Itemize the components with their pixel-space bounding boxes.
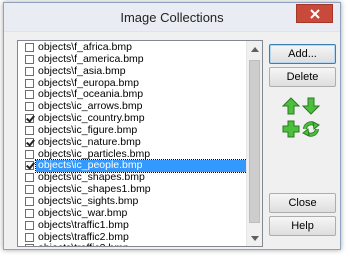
- item-checkbox[interactable]: [25, 137, 34, 147]
- item-label: objects\traffic1.bmp: [38, 218, 129, 231]
- dialog-title: Image Collections: [120, 10, 224, 25]
- item-checkbox[interactable]: [25, 66, 34, 76]
- item-checkbox[interactable]: [25, 78, 34, 88]
- list-item[interactable]: objects\traffic1.bmp: [19, 218, 247, 232]
- vertical-scrollbar[interactable]: [246, 41, 262, 246]
- title-bar[interactable]: Image Collections: [4, 3, 340, 32]
- item-label: objects\f_asia.bmp: [38, 64, 126, 77]
- item-label: objects\traffic3.bmp: [38, 242, 129, 246]
- list-item[interactable]: objects\ic_figure.bmp: [19, 123, 247, 137]
- item-checkbox[interactable]: [25, 102, 34, 112]
- scroll-thumb[interactable]: [249, 60, 260, 223]
- item-checkbox[interactable]: [25, 220, 34, 230]
- item-checkbox[interactable]: [25, 125, 34, 135]
- refresh-button[interactable]: [302, 120, 320, 138]
- add-button[interactable]: Add...: [269, 44, 336, 64]
- item-checkbox[interactable]: [25, 149, 34, 159]
- item-label: objects\ic_figure.bmp: [38, 123, 138, 136]
- close-icon: [310, 9, 320, 19]
- delete-button[interactable]: Delete: [269, 67, 336, 87]
- close-button[interactable]: Close: [269, 193, 336, 213]
- item-checkbox[interactable]: [25, 161, 34, 171]
- help-button[interactable]: Help: [269, 216, 336, 236]
- green-arrow-down-icon: [301, 97, 321, 115]
- list-item[interactable]: objects\f_asia.bmp: [19, 64, 247, 78]
- item-label: objects\ic_nature.bmp: [38, 135, 141, 148]
- collections-list[interactable]: objects\f_africa.bmp objects\f_america.bm…: [17, 40, 263, 247]
- add-item-button[interactable]: [282, 120, 300, 138]
- list-item[interactable]: objects\ic_war.bmp: [19, 206, 247, 220]
- item-checkbox[interactable]: [25, 90, 34, 100]
- item-checkbox[interactable]: [25, 196, 34, 206]
- scroll-up-button[interactable]: [247, 41, 262, 57]
- green-plus-icon: [282, 120, 300, 138]
- chevron-up-icon: [251, 46, 259, 52]
- item-checkbox[interactable]: [25, 114, 34, 124]
- move-up-button[interactable]: [281, 97, 301, 115]
- list-item[interactable]: objects\f_america.bmp: [19, 52, 247, 66]
- list-item[interactable]: objects\ic_nature.bmp: [19, 135, 247, 149]
- item-checkbox[interactable]: [25, 173, 34, 183]
- item-checkbox[interactable]: [25, 54, 34, 64]
- item-checkbox[interactable]: [25, 244, 34, 246]
- item-checkbox[interactable]: [25, 185, 34, 195]
- image-collections-dialog: Image Collections objects\f_africa.bmp ob…: [3, 2, 341, 250]
- collections-rows: objects\f_africa.bmp objects\f_america.bm…: [19, 41, 248, 246]
- item-checkbox[interactable]: [25, 43, 34, 52]
- close-window-button[interactable]: [296, 4, 333, 23]
- green-arrow-up-icon: [281, 97, 301, 115]
- item-checkbox[interactable]: [25, 232, 34, 242]
- move-down-button[interactable]: [301, 97, 321, 115]
- green-refresh-icon: [302, 121, 320, 137]
- item-checkbox[interactable]: [25, 208, 34, 218]
- scroll-down-button[interactable]: [247, 230, 262, 246]
- item-label: objects\ic_war.bmp: [38, 206, 128, 219]
- chevron-down-icon: [251, 235, 259, 241]
- item-label: objects\f_america.bmp: [38, 52, 144, 65]
- list-item[interactable]: objects\traffic3.bmp: [19, 242, 247, 246]
